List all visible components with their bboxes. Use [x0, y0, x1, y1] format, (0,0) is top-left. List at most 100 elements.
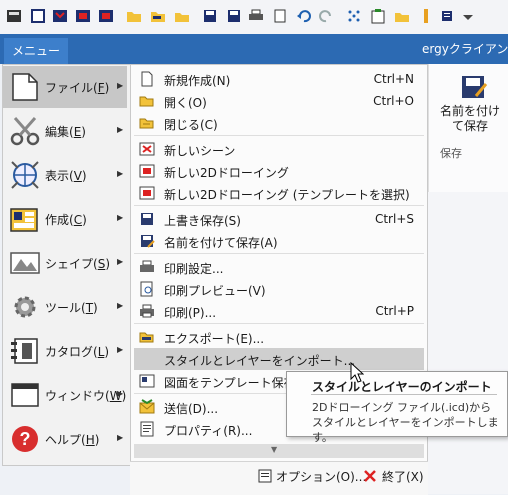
main-menu-item-label: ヘルプ(H)	[45, 433, 100, 447]
main-menu-item-label: 編集(E)	[45, 125, 86, 139]
tooltip-title: スタイルとレイヤーのインポート	[312, 380, 492, 394]
open-folder-icon[interactable]	[126, 8, 142, 24]
print-preview-icon	[139, 281, 155, 297]
options-label: オプション(O)...	[276, 470, 367, 484]
main-menu-item[interactable]: 作成(C) ▶	[3, 198, 127, 240]
file-menu-item[interactable]: 印刷(P)... Ctrl+P	[134, 300, 424, 322]
menu-separator	[134, 205, 424, 206]
close-folder-icon[interactable]	[174, 8, 190, 24]
export-icon[interactable]	[150, 8, 166, 24]
import-icon[interactable]	[394, 8, 410, 24]
menu-tab[interactable]: メニュー	[4, 38, 68, 64]
chevron-right-icon: ▶	[117, 345, 124, 354]
file-menu-item-label: 印刷設定...	[164, 262, 224, 276]
help-icon: ?	[9, 423, 41, 455]
file-menu-item[interactable]: 新しい2Dドローイング	[134, 160, 424, 182]
chevron-right-icon: ▶	[117, 257, 124, 266]
menu-separator	[134, 135, 424, 136]
tooltip-divider	[311, 394, 497, 395]
create-icon	[9, 203, 41, 235]
submenu-scroll-down[interactable]: ▼	[134, 444, 424, 458]
scissors-icon	[9, 115, 41, 147]
mouse-cursor-icon	[350, 362, 364, 383]
main-menu-item[interactable]: ウィンドウ(W) ▶	[3, 374, 127, 416]
file-menu-item[interactable]: 上書き保存(S) Ctrl+S	[134, 208, 424, 230]
file-menu-item-label: 開く(O)	[164, 96, 207, 110]
new-doc-icon	[139, 71, 155, 87]
export-icon	[139, 329, 155, 345]
file-menu-item-label: 新しいシーン	[164, 144, 236, 158]
file-menu-item-label: 図面をテンプレート保存	[164, 376, 296, 390]
app-title: ergyクライアント	[422, 42, 508, 56]
undo-icon[interactable]	[296, 8, 312, 24]
window-icon	[9, 379, 41, 411]
file-menu-item[interactable]: 開く(O) Ctrl+O	[134, 90, 424, 112]
save-icon	[139, 211, 155, 227]
main-menu-item-label: シェイプ(S)	[45, 257, 110, 271]
toolbar-overflow-icon[interactable]	[460, 8, 476, 24]
main-menu-item[interactable]: ファイル(F) ▶	[3, 66, 127, 108]
file-menu-item-label: 新しい2Dドローイング (テンプレートを選択)	[164, 188, 410, 202]
new-scene-icon	[139, 141, 155, 157]
quick-access-toolbar	[0, 0, 508, 35]
file-icon	[9, 71, 41, 103]
file-menu-item[interactable]: 印刷設定...	[134, 256, 424, 278]
grid-icon[interactable]	[346, 8, 362, 24]
file-menu-item-label: 印刷(P)...	[164, 306, 217, 320]
file-menu-shortcut: Ctrl+O	[373, 94, 414, 108]
redo-icon[interactable]	[318, 8, 334, 24]
new-scene-icon[interactable]	[52, 8, 68, 24]
save-icon[interactable]	[202, 8, 218, 24]
new-2d-icon[interactable]	[75, 8, 91, 24]
close-folder-icon	[139, 115, 155, 131]
main-menu-item[interactable]: ツール(T) ▶	[3, 286, 127, 328]
main-menu-item[interactable]: 編集(E) ▶	[3, 110, 127, 152]
print-icon	[139, 303, 155, 319]
file-menu-shortcut: Ctrl+N	[373, 72, 414, 86]
main-menu-item[interactable]: 表示(V) ▶	[3, 154, 127, 196]
chevron-right-icon: ▶	[117, 213, 124, 222]
main-menu-item-label: ファイル(F)	[45, 81, 110, 95]
save-as-ribbon-icon[interactable]	[460, 74, 488, 102]
file-menu-item[interactable]: 印刷プレビュー(V)	[134, 278, 424, 300]
list-dropdown-icon[interactable]	[440, 8, 456, 24]
new-doc-icon[interactable]	[30, 8, 46, 24]
file-menu-item[interactable]: エクスポート(E)...	[134, 326, 424, 348]
main-menu-item[interactable]: カタログ(L) ▶	[3, 330, 127, 372]
file-menu-shortcut: Ctrl+P	[375, 304, 414, 318]
file-menu-item[interactable]: 新規作成(N) Ctrl+N	[134, 68, 424, 90]
view-icon	[9, 159, 41, 191]
print-preview-icon[interactable]	[272, 8, 288, 24]
file-menu-item-label: 上書き保存(S)	[164, 214, 241, 228]
print-icon[interactable]	[248, 8, 264, 24]
marker-icon[interactable]	[418, 8, 434, 24]
file-menu-item[interactable]: 名前を付けて保存(A)	[134, 230, 424, 252]
file-menu-item[interactable]: 新しいシーン	[134, 138, 424, 160]
chevron-right-icon: ▶	[117, 169, 124, 178]
ribbon-save-as-button[interactable]: 名前を付けて保存	[440, 104, 500, 134]
svg-text:?: ?	[20, 429, 31, 449]
tooltip-body: 2Dドローイング ファイル(.icd)からスタイルとレイヤーをインポートします。	[312, 401, 499, 444]
save-as-icon	[139, 233, 155, 249]
file-menu-item[interactable]: 新しい2Dドローイング (テンプレートを選択)	[134, 182, 424, 204]
file-menu-item[interactable]: スタイルとレイヤーをインポート...	[134, 348, 424, 370]
chevron-right-icon: ▶	[117, 389, 124, 398]
send-icon	[139, 399, 155, 415]
chevron-right-icon: ▶	[117, 433, 124, 442]
app-icon[interactable]	[6, 8, 22, 24]
file-menu-item-label: スタイルとレイヤーをインポート...	[164, 354, 356, 368]
properties-icon	[139, 421, 155, 437]
print-setup-icon	[139, 259, 155, 275]
main-menu-item-label: ツール(T)	[45, 301, 98, 315]
save-as-icon[interactable]	[226, 8, 242, 24]
exit-label: 終了(X)	[382, 470, 424, 484]
file-menu-item-label: 新しい2Dドローイング	[164, 166, 289, 180]
main-menu-item-label: 表示(V)	[45, 169, 87, 183]
main-menu-item[interactable]: ? ヘルプ(H) ▶	[3, 418, 127, 460]
file-menu-item[interactable]: 閉じる(C)	[134, 112, 424, 134]
new-2d-template-icon[interactable]	[98, 8, 114, 24]
file-menu-item-label: 新規作成(N)	[164, 74, 231, 88]
clipboard-icon[interactable]	[370, 8, 386, 24]
chevron-right-icon: ▶	[117, 125, 124, 134]
main-menu-item[interactable]: シェイプ(S) ▶	[3, 242, 127, 284]
